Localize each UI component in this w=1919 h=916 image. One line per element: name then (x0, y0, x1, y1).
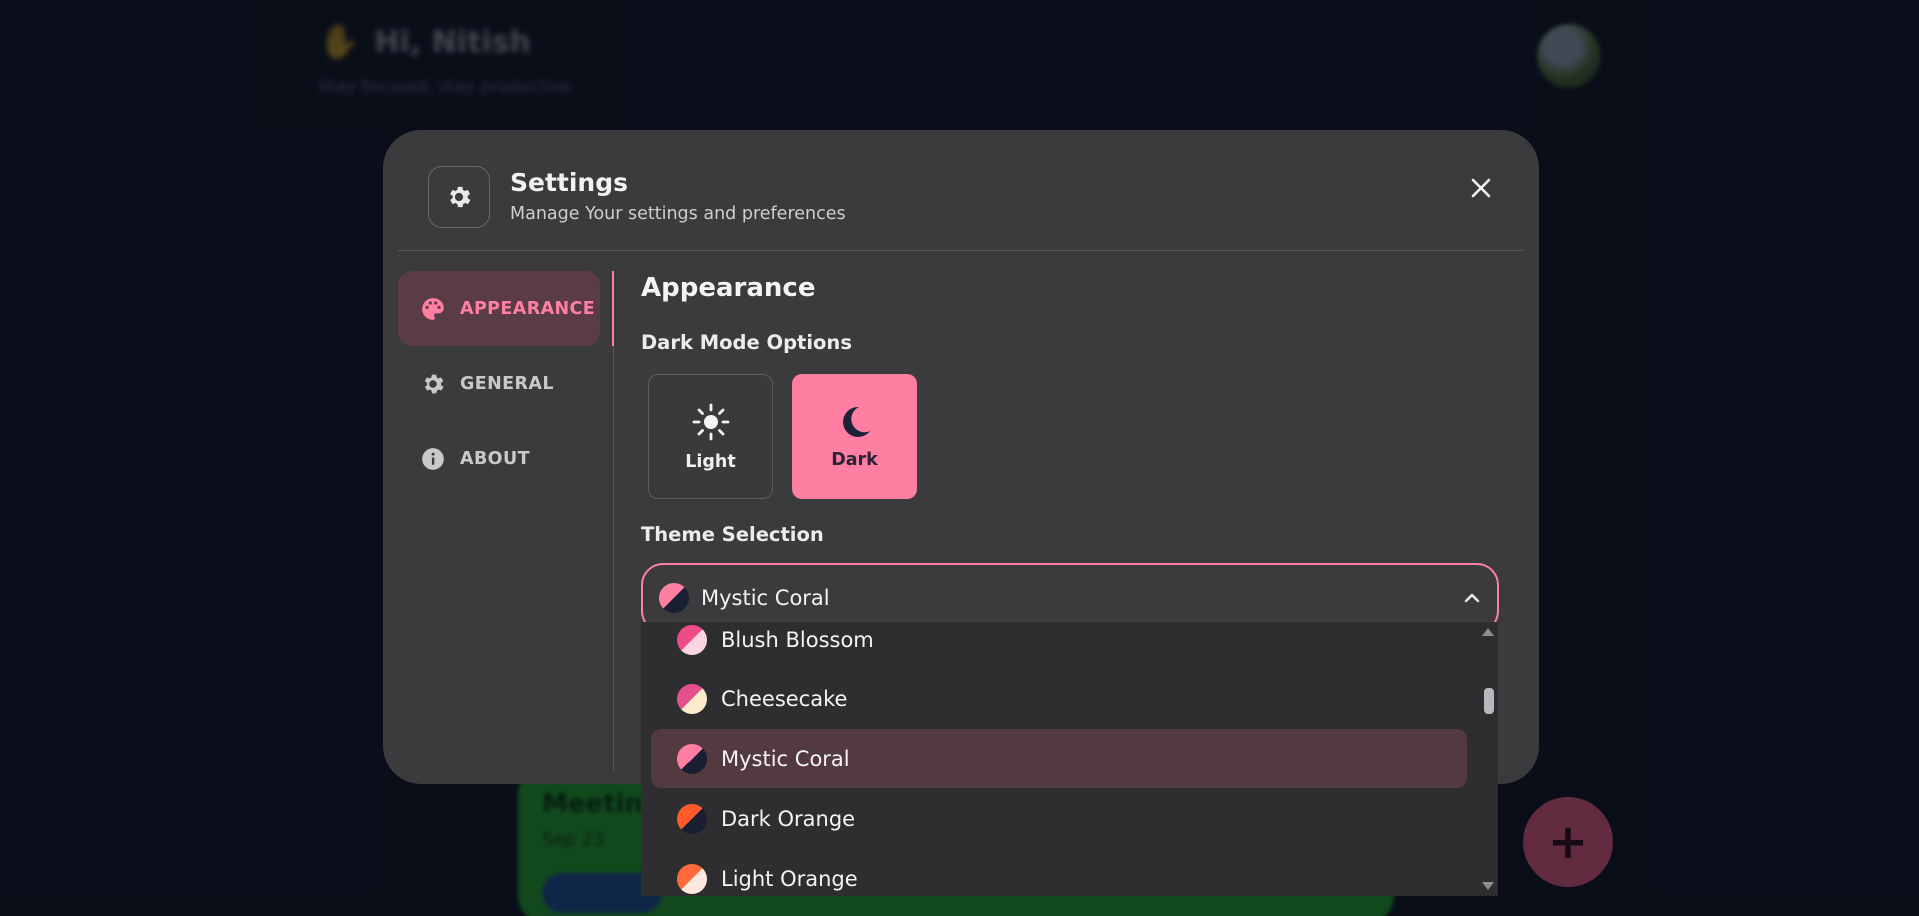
header-divider (398, 250, 1524, 251)
theme-swatch-icon (677, 743, 707, 774)
palette-icon (422, 297, 444, 320)
theme-swatch-icon (677, 683, 707, 714)
theme-option-cheesecake[interactable]: Cheesecake (651, 669, 1467, 728)
theme-swatch-icon (677, 624, 707, 655)
dark-mode-label: Dark Mode Options (641, 331, 852, 354)
dark-mode-label: Dark (831, 449, 878, 470)
theme-swatch-icon (677, 803, 707, 834)
theme-option-mystic-coral[interactable]: Mystic Coral (651, 729, 1467, 788)
theme-option-label: Mystic Coral (721, 746, 850, 771)
gear-icon (424, 374, 444, 393)
close-icon (1471, 178, 1491, 198)
light-mode-label: Light (685, 451, 736, 472)
theme-swatch-icon (677, 863, 707, 894)
sun-icon (692, 403, 729, 440)
light-mode-button[interactable]: Light (648, 374, 773, 499)
sidebar-item-general[interactable]: GENERAL (398, 346, 600, 421)
theme-option-blush-blossom[interactable]: Blush Blossom (651, 622, 1467, 669)
chevron-up-icon (1464, 593, 1480, 603)
scroll-down-arrow-icon[interactable] (1482, 882, 1494, 890)
moon-icon (842, 406, 870, 437)
dark-mode-button[interactable]: Dark (792, 374, 917, 499)
sidebar-item-about[interactable]: ABOUT (398, 421, 600, 496)
sidebar-item-label: GENERAL (460, 373, 554, 394)
sidebar-divider (613, 271, 614, 771)
active-indicator (612, 271, 614, 346)
theme-option-label: Blush Blossom (721, 627, 874, 652)
gear-icon (428, 166, 490, 228)
settings-header: Settings Manage Your settings and prefer… (428, 166, 1499, 228)
theme-option-label: Dark Orange (721, 806, 856, 831)
theme-option-label: Cheesecake (721, 686, 848, 711)
theme-option-dark-orange[interactable]: Dark Orange (651, 789, 1467, 848)
close-button[interactable] (1463, 170, 1499, 206)
scrollbar-thumb[interactable] (1484, 688, 1494, 714)
theme-dropdown-list[interactable]: Blush Blossom Cheesecake Mystic Coral Da… (641, 622, 1498, 896)
theme-option-light-orange[interactable]: Light Orange (651, 849, 1467, 896)
sidebar-item-appearance[interactable]: APPEARANCE (398, 271, 600, 346)
scroll-up-arrow-icon[interactable] (1482, 628, 1494, 636)
info-icon (422, 447, 444, 470)
settings-title: Settings (510, 168, 629, 197)
theme-selection-label: Theme Selection (641, 523, 824, 546)
theme-option-label: Light Orange (721, 866, 858, 891)
sidebar-item-label: ABOUT (460, 448, 530, 469)
settings-subtitle: Manage Your settings and preferences (510, 204, 846, 224)
sidebar-item-label: APPEARANCE (460, 298, 596, 319)
settings-sidebar: APPEARANCE GENERAL ABOUT (398, 271, 600, 496)
theme-swatch-icon (659, 583, 689, 613)
page-title: Appearance (641, 273, 816, 303)
theme-select-value: Mystic Coral (701, 586, 830, 610)
